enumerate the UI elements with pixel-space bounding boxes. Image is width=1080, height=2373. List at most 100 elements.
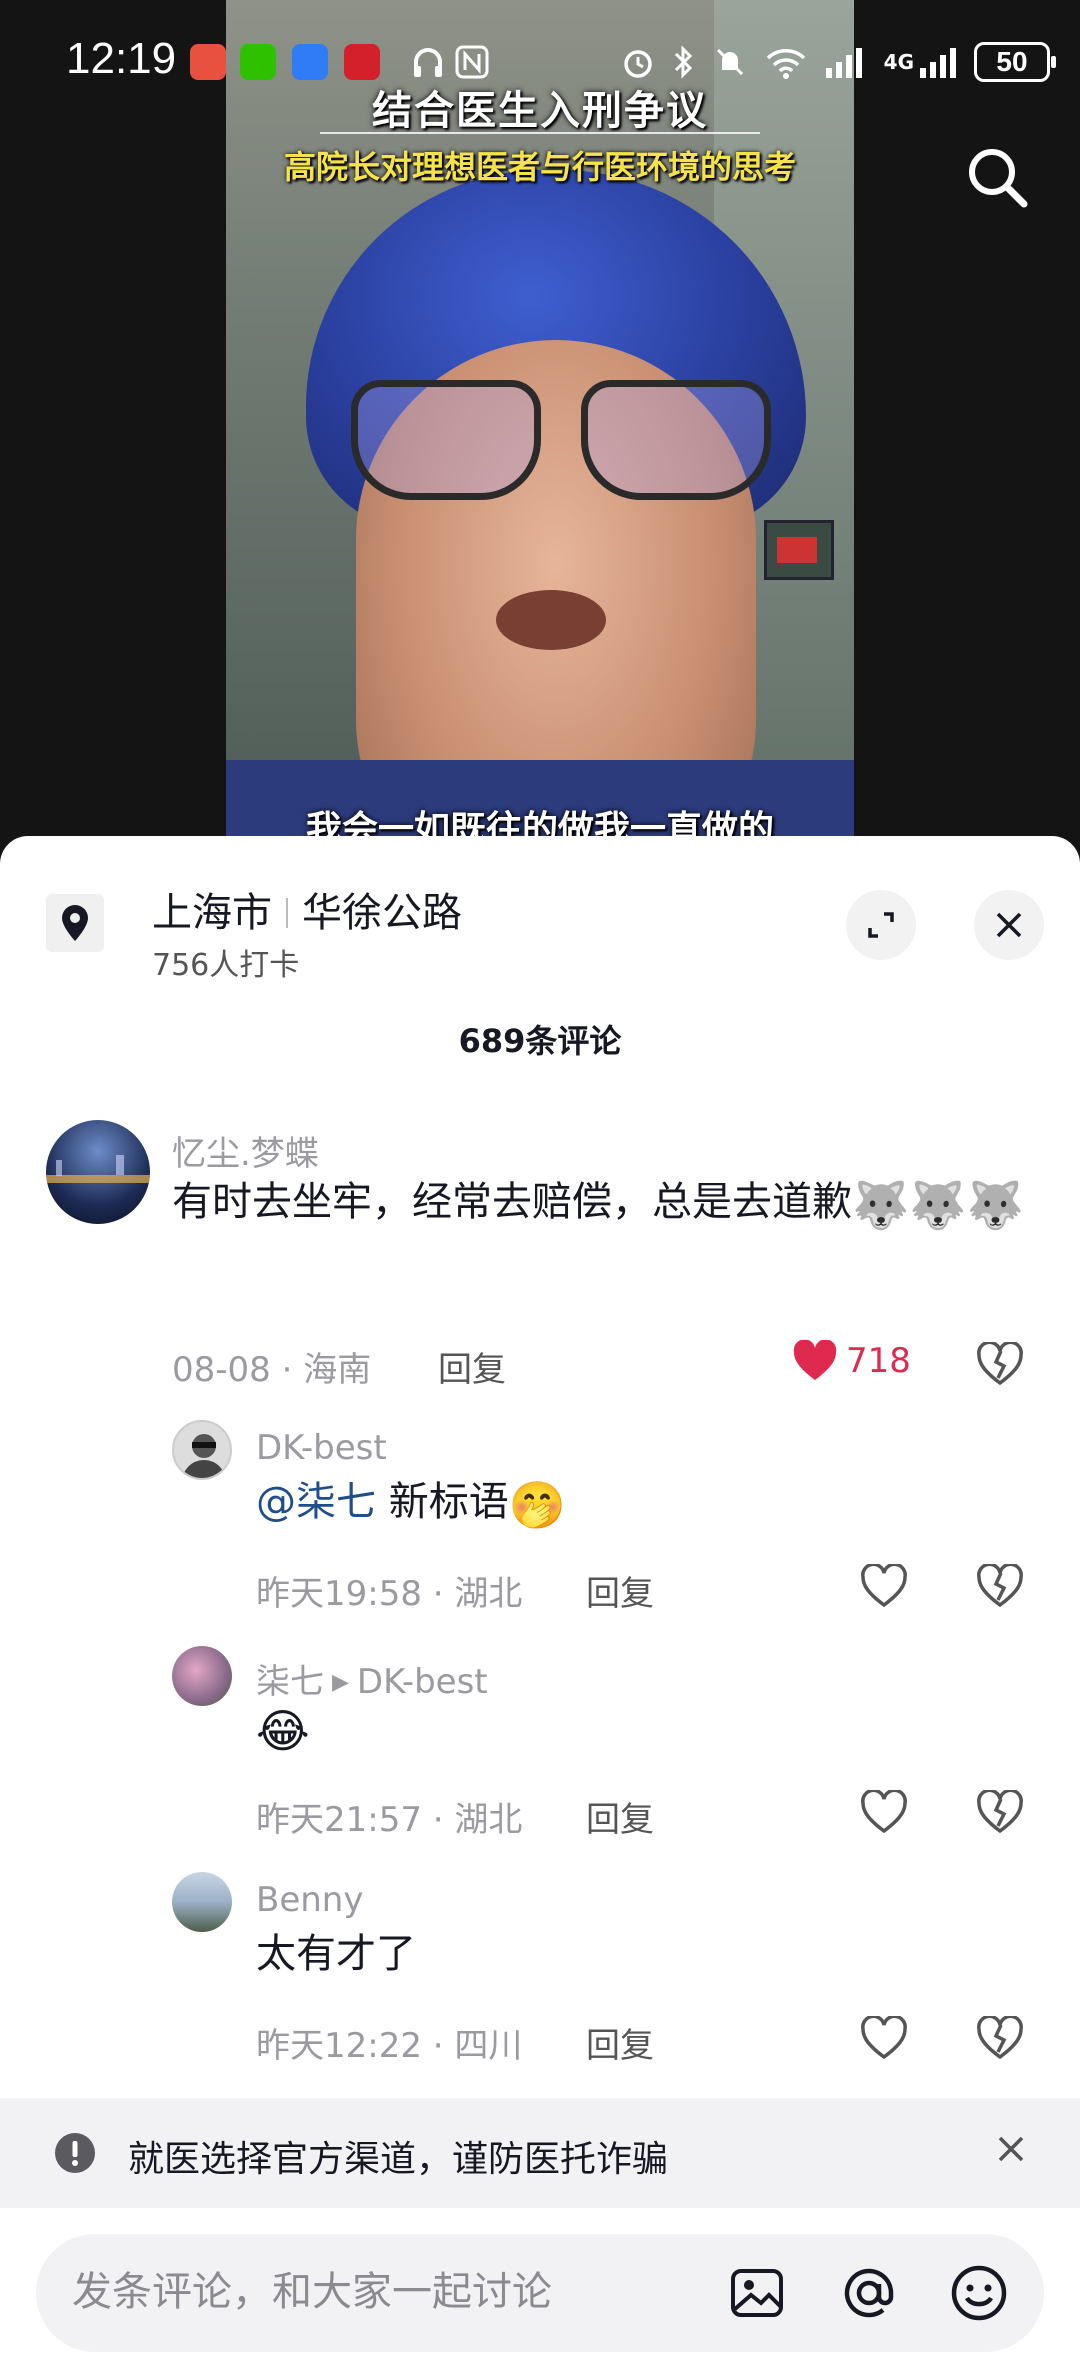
reply-button[interactable]: 回复 <box>438 1342 506 1391</box>
emoji-icon <box>951 2265 1007 2321</box>
dislike-heart-icon <box>977 2014 1023 2060</box>
location-road: 华徐公路 <box>302 890 462 936</box>
reply-region: 湖北 <box>454 1800 523 1840</box>
battery-indicator: 50 <box>974 42 1056 82</box>
video-player[interactable]: 结合医生入刑争议 高院长对理想医者与行医环境的思考 我会一如既往的做我一直做的 <box>0 0 1080 860</box>
comment-input-bar <box>0 2208 1080 2373</box>
like-button[interactable] <box>860 1564 908 1608</box>
video-subtitle: 高院长对理想医者与行医环境的思考 <box>283 148 796 186</box>
comment-text: 有时去坐牢，经常去赔偿，总是去道歉🐺🐺🐺 <box>172 1170 1032 1237</box>
comment-body: 有时去坐牢，经常去赔偿，总是去道歉 <box>172 1179 852 1225</box>
exit-sign <box>764 520 834 580</box>
wifi-icon <box>766 49 805 79</box>
like-button[interactable] <box>860 2016 908 2060</box>
meta-separator: · <box>432 2026 444 2066</box>
reply-arrow-icon: ▶ <box>332 1670 349 1695</box>
avatar[interactable] <box>46 1120 150 1224</box>
reply-text: 太有才了 <box>256 1931 416 1977</box>
glasses <box>351 380 771 530</box>
notice-text: 就医选择官方渠道，谨防医托诈骗 <box>128 2139 669 2180</box>
laughing-crying-emoji-icon: 😂 <box>256 1704 310 1758</box>
emoji-button[interactable] <box>948 2262 1010 2324</box>
blue-hair-emoji-icon: 🤭 <box>508 1478 566 1532</box>
reply-text: @柒七 新标语🤭 <box>256 1470 566 1537</box>
byd-app-icon <box>344 44 380 80</box>
mention-button[interactable] <box>838 2262 900 2324</box>
husky-emoji-icon: 🐺 <box>909 1178 967 1232</box>
comment-region: 海南 <box>303 1350 372 1390</box>
location-name[interactable]: 上海市 华徐公路 <box>152 880 462 938</box>
at-icon <box>844 2268 894 2318</box>
dislike-button[interactable] <box>976 1562 1024 1612</box>
mouth <box>496 590 606 650</box>
title-underline <box>320 132 760 134</box>
mention-link[interactable]: @柒七 <box>256 1479 376 1525</box>
avatar[interactable] <box>172 1872 232 1932</box>
status-time: 12:19 <box>66 34 177 83</box>
reply-item: DK-best @柒七 新标语🤭 昨天19:58 · 湖北 回复 <box>0 1420 1080 1630</box>
location-city: 上海市 <box>152 890 272 936</box>
meta-separator: · <box>432 1574 444 1614</box>
search-button[interactable] <box>960 140 1036 216</box>
image-button[interactable] <box>726 2262 788 2324</box>
checkin-count: 756人打卡 <box>152 948 300 983</box>
wechat-icon <box>240 44 276 80</box>
comment-input-container[interactable] <box>36 2234 1044 2352</box>
comment-date: 08-08 <box>172 1350 271 1390</box>
comment-input[interactable] <box>72 2264 712 2320</box>
like-button[interactable]: 718 <box>792 1340 911 1382</box>
reply-username[interactable]: Benny <box>256 1880 363 1920</box>
dislike-button[interactable] <box>976 1340 1024 1390</box>
dislike-heart-icon <box>977 1340 1023 1386</box>
close-icon <box>996 912 1022 938</box>
avatar[interactable] <box>172 1646 232 1706</box>
status-bar: 12:19 4G 50 <box>0 0 1080 120</box>
dislike-heart-icon <box>977 1788 1023 1834</box>
notice-banner: 就医选择官方渠道，谨防医托诈骗 <box>0 2098 1080 2208</box>
dislike-heart-icon <box>977 1562 1023 1608</box>
close-icon <box>998 2136 1024 2162</box>
reply-item: 柒七 ▶ DK-best 😂 昨天21:57 · 湖北 回复 <box>0 1646 1080 1856</box>
like-button[interactable] <box>860 1790 908 1834</box>
heart-icon <box>861 2016 907 2060</box>
reply-date: 昨天19:58 <box>256 1574 422 1614</box>
signal-icon <box>825 48 862 78</box>
comment-count: 689条评论 <box>458 1022 622 1060</box>
missed-call-icon <box>190 44 226 80</box>
reply-target: DK-best <box>356 1662 488 1702</box>
notice-close-button[interactable] <box>994 2132 1028 2170</box>
search-icon <box>969 149 1028 208</box>
reply-button[interactable]: 回复 <box>586 1792 654 1841</box>
reply-username[interactable]: DK-best <box>256 1428 387 1468</box>
headphones-icon <box>414 48 442 77</box>
comment-meta: 08-08 · 海南 <box>172 1342 371 1391</box>
reply-body: 新标语 <box>376 1479 509 1525</box>
app-notification-icon <box>292 44 328 80</box>
expand-button[interactable] <box>846 890 916 960</box>
reply-region: 四川 <box>454 2026 523 2066</box>
reply-text: 😂 <box>256 1696 310 1763</box>
heart-icon <box>793 1340 837 1380</box>
reply-button[interactable]: 回复 <box>586 2018 654 2067</box>
expand-icon <box>868 912 894 938</box>
dislike-button[interactable] <box>976 2014 1024 2064</box>
reply-meta: 昨天19:58 · 湖北 <box>256 1566 522 1615</box>
like-count: 718 <box>846 1341 911 1381</box>
heart-icon <box>861 1790 907 1834</box>
comment-item: 忆尘.梦蝶 有时去坐牢，经常去赔偿，总是去道歉🐺🐺🐺 08-08 · 海南 回复… <box>0 1120 1080 1440</box>
close-panel-button[interactable] <box>974 890 1044 960</box>
reply-button[interactable]: 回复 <box>586 1566 654 1615</box>
reply-meta: 昨天12:22 · 四川 <box>256 2018 522 2067</box>
image-icon <box>731 2269 783 2317</box>
person-avatar-image <box>182 1434 226 1478</box>
location-divider <box>286 898 288 928</box>
location-button[interactable] <box>46 894 104 952</box>
bluetooth-icon <box>674 45 692 79</box>
reply-meta: 昨天21:57 · 湖北 <box>256 1792 522 1841</box>
reply-date: 昨天21:57 <box>256 1800 422 1840</box>
avatar[interactable] <box>172 1420 232 1480</box>
reply-region: 湖北 <box>454 1574 523 1614</box>
husky-emoji-icon: 🐺 <box>966 1178 1024 1232</box>
comment-username[interactable]: 忆尘.梦蝶 <box>172 1126 319 1175</box>
dislike-button[interactable] <box>976 1788 1024 1838</box>
